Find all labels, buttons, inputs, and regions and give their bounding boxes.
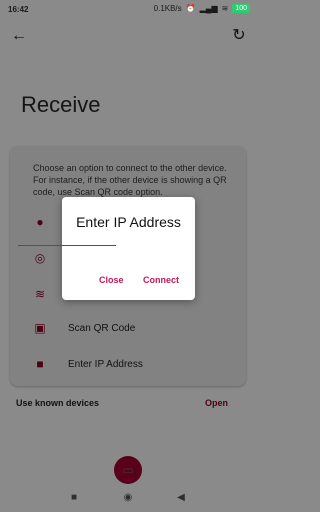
- back-button[interactable]: ◀: [173, 490, 189, 506]
- close-button[interactable]: Close: [99, 275, 124, 285]
- wifi-icon: ≋: [34, 287, 46, 301]
- device-fab-button[interactable]: ▭: [114, 456, 142, 484]
- laptop-icon: ▭: [122, 463, 134, 477]
- status-time: 16:42: [8, 5, 29, 14]
- network-speed: 0.1KB/s: [153, 4, 182, 13]
- signal-icon: ▂▄▆: [199, 4, 218, 13]
- ip-icon: ■: [36, 357, 44, 371]
- status-icons: 0.1KB/s ⏰ ▂▄▆ ≋ 100: [154, 4, 250, 13]
- arrow-left-icon[interactable]: ←: [10, 27, 28, 45]
- ip-address-input[interactable]: [18, 243, 116, 246]
- battery-icon: 100: [232, 4, 250, 13]
- recents-button[interactable]: ■: [66, 490, 82, 506]
- help-icon: ●: [36, 215, 44, 229]
- known-devices-label: Use known devices: [16, 398, 100, 408]
- status-bar: 16:42 0.1KB/s ⏰ ▂▄▆ ≋ 100: [0, 0, 256, 20]
- option-scan-qr[interactable]: ▣ Scan QR Code: [32, 318, 242, 338]
- connect-button[interactable]: Connect: [143, 275, 179, 285]
- wifi-status-icon: ≋: [221, 4, 229, 13]
- system-nav-bar: ■ ◉ ◀: [0, 484, 256, 512]
- option-enter-ip[interactable]: ■ Enter IP Address: [32, 354, 242, 374]
- dialog-title: Enter IP Address: [76, 214, 181, 230]
- card-description: Choose an option to connect to the other…: [33, 163, 227, 197]
- refresh-icon[interactable]: ↻: [230, 27, 248, 45]
- qr-scan-icon: ▣: [34, 321, 46, 335]
- option-label: Enter IP Address: [68, 358, 143, 370]
- option-label: Scan QR Code: [68, 322, 136, 334]
- home-button[interactable]: ◉: [120, 490, 136, 506]
- page-title: Receive: [21, 92, 101, 117]
- hotspot-icon: ◎: [34, 251, 46, 265]
- alarm-icon: ⏰: [185, 4, 196, 13]
- known-devices-open-button[interactable]: Open: [205, 398, 228, 408]
